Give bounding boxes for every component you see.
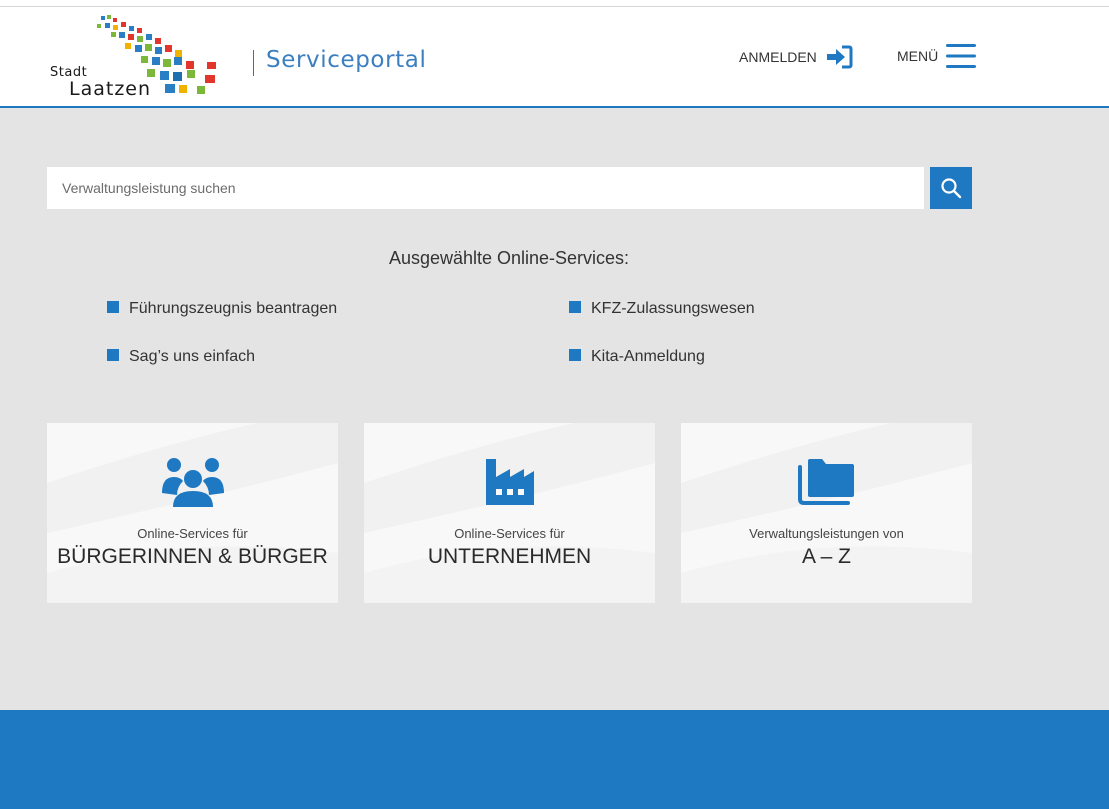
search-bar — [47, 167, 972, 209]
site-header: Stadt Laatzen Serviceportal ANMELDEN MEN… — [0, 7, 1109, 108]
service-link-kfz[interactable]: KFZ-Zulassungswesen — [569, 300, 755, 318]
service-link-label: KFZ-Zulassungswesen — [591, 300, 755, 317]
bullet-square-icon — [107, 349, 119, 361]
search-input[interactable] — [47, 167, 924, 209]
sign-in-icon — [826, 45, 853, 69]
tile-subtitle: Online-Services für — [137, 526, 248, 541]
users-icon — [161, 458, 224, 507]
tile-buergerinnen[interactable]: Online-Services für BÜRGERINNEN & BÜRGER — [47, 423, 338, 603]
tile-title: BÜRGERINNEN & BÜRGER — [57, 545, 328, 568]
portal-title: Serviceportal — [266, 47, 427, 73]
tile-subtitle: Online-Services für — [454, 526, 565, 541]
tile-unternehmen[interactable]: Online-Services für UNTERNEHMEN — [364, 423, 655, 603]
service-link-label: Führungszeugnis beantragen — [129, 300, 338, 317]
tile-background-decoration — [47, 423, 338, 603]
bullet-square-icon — [107, 301, 119, 313]
service-link-label: Sag’s uns einfach — [129, 348, 256, 365]
title-divider — [253, 50, 254, 76]
tile-title: A – Z — [801, 545, 852, 568]
hamburger-icon — [946, 44, 977, 68]
menu-button[interactable]: MENÜ — [897, 41, 977, 71]
service-link-sags-uns[interactable]: Sag’s uns einfach — [107, 348, 255, 366]
folders-icon — [797, 459, 854, 505]
service-link-fuehrungszeugnis[interactable]: Führungszeugnis beantragen — [107, 300, 337, 318]
tile-a-z[interactable]: Verwaltungsleistungen von A – Z — [681, 423, 972, 603]
tile-background-decoration — [364, 423, 655, 603]
search-icon — [941, 178, 962, 199]
site-footer — [0, 710, 1109, 809]
top-border — [0, 0, 1109, 7]
login-label: ANMELDEN — [739, 49, 817, 65]
login-button[interactable]: ANMELDEN — [739, 45, 853, 69]
search-button[interactable] — [930, 167, 972, 209]
menu-label: MENÜ — [897, 48, 939, 64]
stadt-laatzen-logo[interactable]: Stadt Laatzen — [47, 12, 227, 102]
tile-title: UNTERNEHMEN — [427, 545, 592, 568]
factory-icon — [485, 459, 534, 505]
bullet-square-icon — [569, 301, 581, 313]
service-link-kita[interactable]: Kita-Anmeldung — [569, 348, 705, 366]
logo-text-laatzen: Laatzen — [69, 78, 152, 100]
tile-background-decoration — [681, 423, 972, 603]
bullet-square-icon — [569, 349, 581, 361]
selected-services-heading: Ausgewählte Online-Services: — [388, 248, 630, 268]
service-link-label: Kita-Anmeldung — [591, 348, 705, 365]
tile-subtitle: Verwaltungsleistungen von — [749, 526, 904, 541]
